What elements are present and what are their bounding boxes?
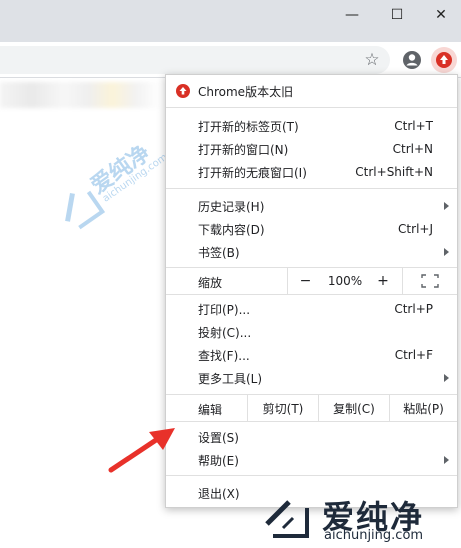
menu-item-history[interactable]: 历史记录(H) bbox=[166, 195, 457, 217]
paste-button[interactable]: 粘贴(P) bbox=[389, 395, 457, 421]
menu-item-shortcut: Ctrl+F bbox=[394, 348, 433, 362]
menu-item-label: 打开新的无痕窗口(I) bbox=[198, 165, 307, 180]
menu-item-shortcut: Ctrl+P bbox=[394, 302, 433, 316]
menu-item-shortcut: Ctrl+J bbox=[398, 222, 433, 236]
update-available-icon bbox=[436, 52, 452, 68]
menu-item-label: 查找(F)... bbox=[198, 348, 250, 363]
menu-item-shortcut: Ctrl+T bbox=[394, 119, 433, 133]
minus-icon: − bbox=[299, 273, 312, 289]
menu-item-settings[interactable]: 设置(S) bbox=[166, 426, 457, 448]
close-window-button[interactable]: ✕ bbox=[419, 0, 461, 30]
minimize-button[interactable]: — bbox=[330, 0, 374, 30]
zoom-row: 缩放 − 100% + bbox=[166, 268, 457, 294]
menu-item-print[interactable]: 打印(P)... Ctrl+P bbox=[166, 298, 457, 320]
menu-item-downloads[interactable]: 下载内容(D) Ctrl+J bbox=[166, 218, 457, 240]
avatar-icon bbox=[403, 51, 421, 69]
update-arrow-icon bbox=[176, 84, 190, 98]
menu-item-cast[interactable]: 投射(C)... bbox=[166, 321, 457, 343]
close-icon: ✕ bbox=[435, 7, 447, 23]
menu-item-label: 打开新的标签页(T) bbox=[198, 119, 299, 134]
chrome-menu-button[interactable] bbox=[431, 47, 457, 73]
edit-label: 编辑 bbox=[198, 403, 223, 417]
copy-button[interactable]: 复制(C) bbox=[318, 395, 389, 421]
red-arrow-icon bbox=[108, 428, 175, 473]
maximize-button[interactable]: ☐ bbox=[375, 0, 419, 30]
menu-item-label: 下载内容(D) bbox=[198, 222, 265, 237]
menu-item-label: 打开新的窗口(N) bbox=[198, 142, 289, 157]
submenu-arrow-icon bbox=[444, 248, 449, 256]
cut-button[interactable]: 剪切(T) bbox=[247, 395, 318, 421]
menu-item-new-window[interactable]: 打开新的窗口(N) Ctrl+N bbox=[166, 138, 457, 160]
watermark-text-en: aichunjing.com bbox=[324, 528, 424, 543]
zoom-in-button[interactable]: + bbox=[365, 268, 401, 294]
menu-divider bbox=[166, 294, 457, 295]
menu-divider bbox=[166, 188, 457, 189]
zoom-value: 100% bbox=[327, 274, 363, 288]
menu-item-label: 打印(P)... bbox=[198, 302, 251, 317]
watermark-logo-icon bbox=[265, 500, 309, 538]
menu-item-more-tools[interactable]: 更多工具(L) bbox=[166, 367, 457, 389]
menu-item-find[interactable]: 查找(F)... Ctrl+F bbox=[166, 344, 457, 366]
menu-item-label: 投射(C)... bbox=[198, 325, 252, 340]
plus-icon: + bbox=[377, 273, 389, 289]
menu-item-label: 设置(S) bbox=[198, 430, 239, 445]
menu-item-new-tab[interactable]: 打开新的标签页(T) Ctrl+T bbox=[166, 115, 457, 137]
menu-item-label: 退出(X) bbox=[198, 486, 240, 501]
edit-row: 编辑 剪切(T) 复制(C) 粘贴(P) bbox=[166, 395, 457, 421]
menu-item-help[interactable]: 帮助(E) bbox=[166, 449, 457, 471]
fullscreen-button[interactable] bbox=[402, 268, 457, 294]
submenu-arrow-icon bbox=[444, 374, 449, 382]
submenu-arrow-icon bbox=[444, 456, 449, 464]
paste-label: 粘贴(P) bbox=[403, 401, 444, 416]
menu-item-label: 历史记录(H) bbox=[198, 199, 265, 214]
menu-divider bbox=[166, 421, 457, 422]
browser-toolbar: ☆ bbox=[0, 42, 461, 78]
menu-item-label: 书签(B) bbox=[198, 245, 240, 260]
maximize-icon: ☐ bbox=[390, 7, 404, 23]
menu-item-shortcut: Ctrl+N bbox=[392, 142, 433, 156]
menu-item-update[interactable]: Chrome版本太旧 bbox=[166, 80, 457, 102]
menu-item-new-incognito[interactable]: 打开新的无痕窗口(I) Ctrl+Shift+N bbox=[166, 161, 457, 183]
bookmark-star-button[interactable]: ☆ bbox=[360, 48, 384, 72]
menu-item-label: 更多工具(L) bbox=[198, 371, 263, 386]
zoom-label: 缩放 bbox=[198, 276, 223, 290]
cut-label: 剪切(T) bbox=[262, 401, 304, 416]
submenu-arrow-icon bbox=[444, 202, 449, 210]
zoom-out-button[interactable]: − bbox=[287, 268, 323, 294]
menu-item-bookmarks[interactable]: 书签(B) bbox=[166, 241, 457, 263]
profile-button[interactable] bbox=[400, 48, 424, 72]
fullscreen-icon bbox=[421, 274, 439, 288]
menu-item-shortcut: Ctrl+Shift+N bbox=[355, 165, 433, 179]
menu-item-label: Chrome版本太旧 bbox=[198, 84, 294, 99]
menu-divider bbox=[166, 475, 457, 476]
address-bar[interactable] bbox=[0, 46, 390, 74]
star-icon: ☆ bbox=[364, 50, 380, 70]
title-bar: — ☐ ✕ bbox=[0, 0, 461, 42]
minimize-icon: — bbox=[345, 7, 359, 23]
copy-label: 复制(C) bbox=[333, 401, 375, 416]
chrome-main-menu: Chrome版本太旧 打开新的标签页(T) Ctrl+T 打开新的窗口(N) C… bbox=[165, 74, 458, 508]
menu-item-label: 帮助(E) bbox=[198, 453, 239, 468]
menu-divider bbox=[166, 107, 457, 108]
